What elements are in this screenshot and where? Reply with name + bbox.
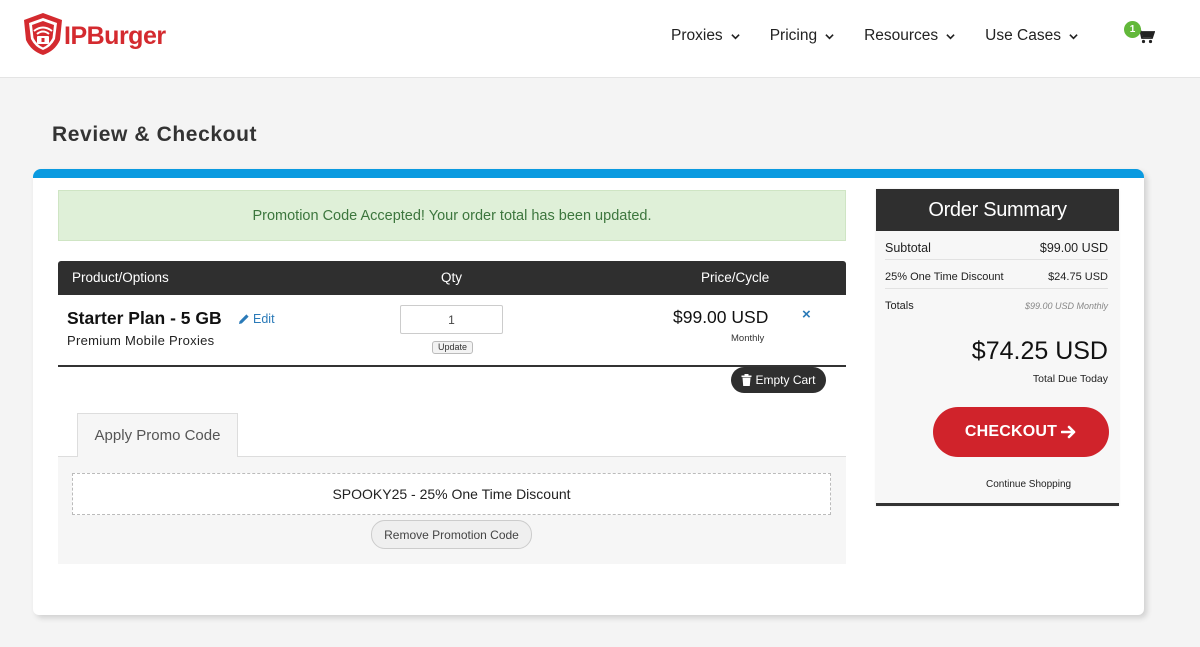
quantity-input[interactable] — [400, 305, 503, 334]
nav-proxies-label: Proxies — [671, 27, 723, 44]
subtotal-value: $99.00 USD — [1039, 241, 1108, 255]
edit-link[interactable]: Edit — [238, 312, 275, 326]
chevron-down-icon — [946, 33, 955, 39]
continue-shopping-link[interactable]: Continue Shopping — [986, 479, 1071, 490]
order-summary: Order Summary Subtotal $99.00 USD 25% On… — [876, 189, 1119, 506]
product-name: Starter Plan - 5 GB — [67, 308, 222, 328]
arrow-right-icon — [1061, 425, 1076, 439]
checkout-button[interactable]: CHECKOUT — [933, 407, 1109, 457]
item-price: $99.00 USD — [673, 307, 769, 327]
totals-value: $99.00 USD Monthly — [1024, 301, 1108, 311]
discount-value: $24.75 USD — [1048, 271, 1108, 283]
edit-label: Edit — [253, 312, 275, 326]
chevron-down-icon — [731, 33, 740, 39]
applied-promo-code: SPOOKY25 - 25% One Time Discount — [72, 473, 831, 515]
nav-proxies[interactable]: Proxies — [671, 24, 740, 48]
site-header: IPBurger Proxies Pricing Resources Use C… — [0, 0, 1200, 78]
totals-label: Totals — [885, 300, 914, 312]
chevron-down-icon — [1069, 33, 1078, 39]
remove-item-close-icon[interactable]: × — [802, 306, 811, 323]
nav-resources[interactable]: Resources — [864, 24, 955, 48]
brand-logo[interactable]: IPBurger — [22, 12, 166, 56]
chevron-down-icon — [825, 33, 834, 39]
nav-pricing-label: Pricing — [769, 27, 818, 44]
cart-count-badge: 1 — [1124, 21, 1141, 38]
header-qty: Qty — [441, 270, 463, 285]
totals-line: Totals $99.00 USD Monthly — [885, 295, 1108, 317]
total-due-label: Total Due Today — [1032, 373, 1108, 385]
checkout-label: CHECKOUT — [964, 423, 1058, 440]
nav-use-cases-label: Use Cases — [985, 27, 1061, 44]
pencil-icon — [239, 314, 249, 324]
subtotal-line: Subtotal $99.00 USD — [885, 237, 1108, 260]
product-description: Premium Mobile Proxies — [67, 333, 215, 348]
discount-line: 25% One Time Discount $24.75 USD — [885, 266, 1108, 289]
update-qty-button[interactable]: Update — [432, 341, 474, 354]
remove-promo-button[interactable]: Remove Promotion Code — [371, 520, 532, 549]
empty-cart-button[interactable]: Empty Cart — [731, 367, 826, 393]
tab-apply-promo-code[interactable]: Apply Promo Code — [77, 413, 238, 457]
page-title: Review & Checkout — [52, 123, 258, 146]
total-due-amount: $74.25 USD — [971, 337, 1108, 365]
nav-resources-label: Resources — [864, 27, 939, 44]
nav-pricing[interactable]: Pricing — [770, 24, 834, 48]
trash-icon — [741, 374, 752, 386]
cart-item-row: Starter Plan - 5 GB Edit Premium Mobile … — [58, 295, 846, 367]
header-price: Price/Cycle — [701, 270, 770, 285]
header-product: Product/Options — [72, 270, 169, 285]
nav-use-cases[interactable]: Use Cases — [985, 24, 1078, 48]
promo-success-alert: Promotion Code Accepted! Your order tota… — [58, 190, 846, 241]
shield-lock-icon — [24, 13, 62, 55]
main-nav: Proxies Pricing Resources Use Cases — [671, 24, 1108, 48]
cart-table-header: Product/Options Qty Price/Cycle — [58, 261, 846, 295]
subtotal-label: Subtotal — [885, 241, 931, 255]
billing-cycle: Monthly — [731, 333, 765, 344]
discount-label: 25% One Time Discount — [885, 271, 1004, 283]
promo-panel: SPOOKY25 - 25% One Time Discount Remove … — [58, 456, 846, 564]
empty-cart-label: Empty Cart — [755, 373, 816, 387]
brand-name: IPBurger — [64, 21, 166, 50]
order-summary-title: Order Summary — [876, 189, 1119, 231]
